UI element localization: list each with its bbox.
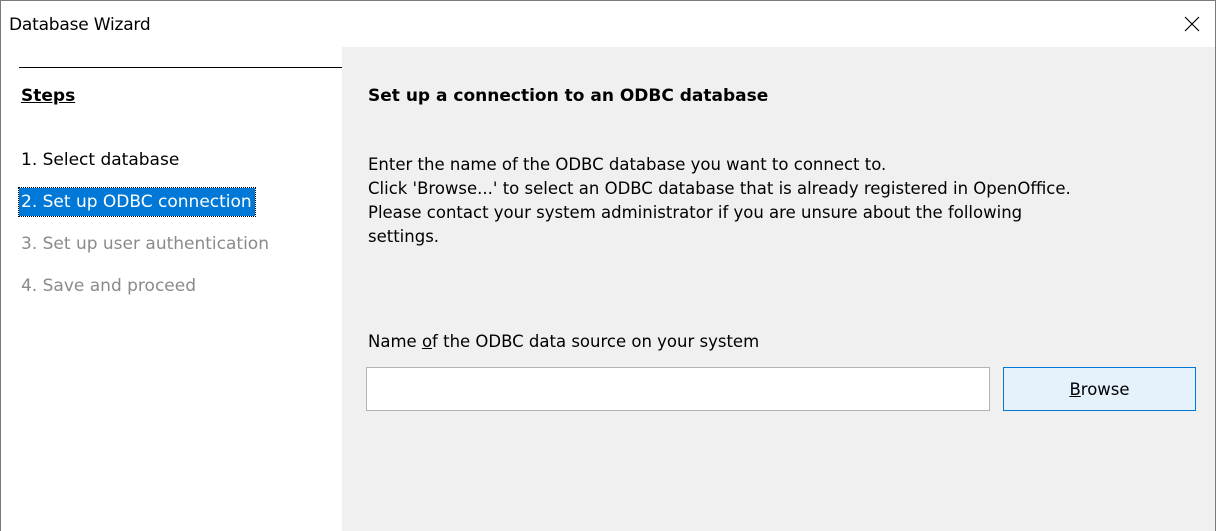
- step-select-database[interactable]: 1. Select database: [19, 146, 182, 174]
- odbc-source-label-pre: Name: [368, 332, 422, 351]
- instructions-line: Click 'Browse...' to select an ODBC data…: [368, 179, 1071, 198]
- browse-button[interactable]: Browse: [1003, 367, 1196, 411]
- odbc-source-label: Name of the ODBC data source on your sys…: [368, 332, 759, 351]
- instructions-text: Enter the name of the ODBC database you …: [368, 153, 1208, 249]
- close-icon: [1184, 16, 1200, 32]
- step-set-up-odbc-connection[interactable]: 2. Set up ODBC connection: [18, 187, 256, 217]
- instructions-line: settings.: [368, 227, 440, 246]
- main-panel: Set up a connection to an ODBC database …: [342, 47, 1215, 531]
- instructions-line: Enter the name of the ODBC database you …: [368, 155, 887, 174]
- title-bar: Database Wizard: [1, 1, 1215, 47]
- step-save-and-proceed: 4. Save and proceed: [21, 276, 197, 296]
- odbc-source-input[interactable]: [366, 367, 990, 411]
- step-set-up-user-authentication: 3. Set up user authentication: [21, 234, 269, 254]
- page-title: Set up a connection to an ODBC database: [368, 86, 769, 106]
- window-title: Database Wizard: [9, 15, 151, 35]
- browse-label-rest: rowse: [1080, 379, 1130, 399]
- odbc-source-label-post: f the ODBC data source on your system: [432, 332, 760, 351]
- browse-accel: B: [1069, 379, 1081, 399]
- instructions-line: Please contact your system administrator…: [368, 203, 1023, 222]
- steps-heading: Steps: [21, 86, 76, 106]
- steps-sidebar: Steps 1. Select database 2. Set up ODBC …: [1, 47, 342, 531]
- close-button[interactable]: [1169, 1, 1215, 47]
- database-wizard-window: Database Wizard Steps 1. Select database…: [0, 0, 1216, 531]
- odbc-source-label-accel: o: [421, 332, 433, 351]
- sidebar-divider: [19, 67, 342, 68]
